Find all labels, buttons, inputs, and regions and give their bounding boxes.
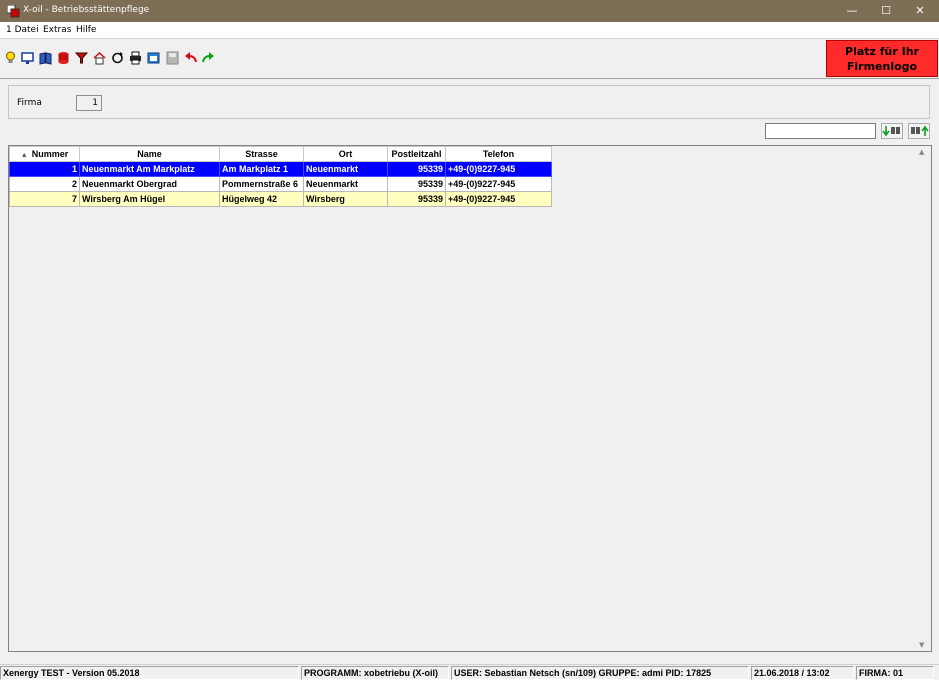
undo-icon[interactable]: [184, 51, 197, 65]
status-bar: Xenergy TEST - Version 05.2018 PROGRAMM:…: [0, 664, 939, 680]
column-header-name[interactable]: Name: [79, 146, 220, 162]
status-user: USER: Sebastian Netsch (sn/109) GRUPPE: …: [451, 666, 749, 680]
status-version: Xenergy TEST - Version 05.2018: [0, 666, 299, 680]
header-row: ▲ Nummer Name Strasse Ort Postleitzahl Te…: [9, 146, 552, 162]
close-button[interactable]: ✕: [903, 0, 937, 22]
cell-name: Wirsberg Am Hügel: [79, 191, 220, 207]
scroll-up-icon[interactable]: ▲: [919, 148, 924, 156]
logo-line-1: Platz für Ihr: [845, 45, 919, 58]
logo-line-2: Firmenlogo: [846, 60, 918, 73]
cell-name: Neuenmarkt Am Markplatz: [79, 161, 220, 177]
cell-telefon: +49-(0)9227-945: [445, 176, 552, 192]
column-header-nummer[interactable]: ▲ Nummer: [9, 146, 80, 162]
cell-plz: 95339: [387, 176, 446, 192]
firma-field[interactable]: 1: [76, 95, 102, 111]
cell-telefon: +49-(0)9227-945: [445, 191, 552, 207]
sort-ascending-icon: ▲: [20, 152, 28, 159]
app-icon: [6, 4, 20, 18]
cell-strasse: Pommernstraße 6: [219, 176, 304, 192]
search-input[interactable]: [765, 123, 876, 139]
cell-ort: Wirsberg: [303, 191, 388, 207]
save-icon[interactable]: [166, 51, 179, 65]
search-down-icon: [882, 126, 900, 137]
menu-hilfe[interactable]: Hilfe: [76, 25, 96, 35]
toolbar: Platz für Ihr Firmenlogo: [0, 39, 939, 79]
maximize-button[interactable]: ☐: [869, 0, 903, 22]
monitor-book-icon[interactable]: [21, 51, 34, 65]
data-grid: ▲ Nummer Name Strasse Ort Postleitzahl Te…: [9, 146, 552, 207]
filter-icon[interactable]: [75, 51, 88, 65]
table-row[interactable]: 2 Neuenmarkt Obergrad Pommernstraße 6 Ne…: [9, 176, 552, 192]
window-title: X-oil - Betriebsstättenpflege: [23, 5, 150, 15]
status-datetime: 21.06.2018 / 13:02: [751, 666, 854, 680]
redo-icon[interactable]: [202, 51, 215, 65]
cell-nummer: 1: [9, 161, 80, 177]
search-down-button[interactable]: [881, 123, 903, 139]
search-up-icon: [911, 125, 929, 136]
print-icon[interactable]: [129, 51, 142, 65]
cell-strasse: Am Markplatz 1: [219, 161, 304, 177]
title-bar[interactable]: X-oil - Betriebsstättenpflege — ☐ ✕: [0, 0, 939, 22]
search-up-button[interactable]: [908, 123, 930, 139]
column-header-postleitzahl[interactable]: Postleitzahl: [387, 146, 446, 162]
cell-ort: Neuenmarkt: [303, 161, 388, 177]
menu-bar: 1 Datei Extras Hilfe: [0, 22, 939, 39]
scroll-down-icon[interactable]: ▼: [919, 641, 924, 649]
column-header-ort[interactable]: Ort: [303, 146, 388, 162]
database-icon[interactable]: [57, 51, 70, 65]
company-logo-placeholder: Platz für Ihr Firmenlogo: [826, 40, 938, 77]
menu-datei[interactable]: 1 Datei: [6, 25, 39, 35]
column-header-telefon[interactable]: Telefon: [445, 146, 552, 162]
betriebsstaetten-table: ▲ Nummer Name Strasse Ort Postleitzahl Te…: [8, 145, 932, 652]
table-row[interactable]: 1 Neuenmarkt Am Markplatz Am Markplatz 1…: [9, 161, 552, 177]
cell-telefon: +49-(0)9227-945: [445, 161, 552, 177]
cell-ort: Neuenmarkt: [303, 176, 388, 192]
status-firma: FIRMA: 01: [856, 666, 934, 680]
refresh-icon[interactable]: [111, 51, 124, 65]
cell-name: Neuenmarkt Obergrad: [79, 176, 220, 192]
cell-nummer: 2: [9, 176, 80, 192]
vertical-scrollbar[interactable]: ▲ ▼: [915, 146, 931, 651]
cell-plz: 95339: [387, 161, 446, 177]
menu-extras[interactable]: Extras: [43, 25, 71, 35]
table-row[interactable]: 7 Wirsberg Am Hügel Hügelweg 42 Wirsberg…: [9, 191, 552, 207]
lightbulb-icon[interactable]: [4, 51, 17, 65]
minimize-button[interactable]: —: [835, 0, 869, 22]
cell-nummer: 7: [9, 191, 80, 207]
firma-label: Firma: [17, 98, 42, 108]
firma-panel: Firma 1: [8, 85, 930, 119]
window-icon[interactable]: [147, 51, 160, 65]
home-icon[interactable]: [93, 51, 106, 65]
cell-strasse: Hügelweg 42: [219, 191, 304, 207]
book-icon[interactable]: [39, 51, 52, 65]
cell-plz: 95339: [387, 191, 446, 207]
column-header-strasse[interactable]: Strasse: [219, 146, 304, 162]
status-programm: PROGRAMM: xobetriebu (X-oil): [301, 666, 449, 680]
